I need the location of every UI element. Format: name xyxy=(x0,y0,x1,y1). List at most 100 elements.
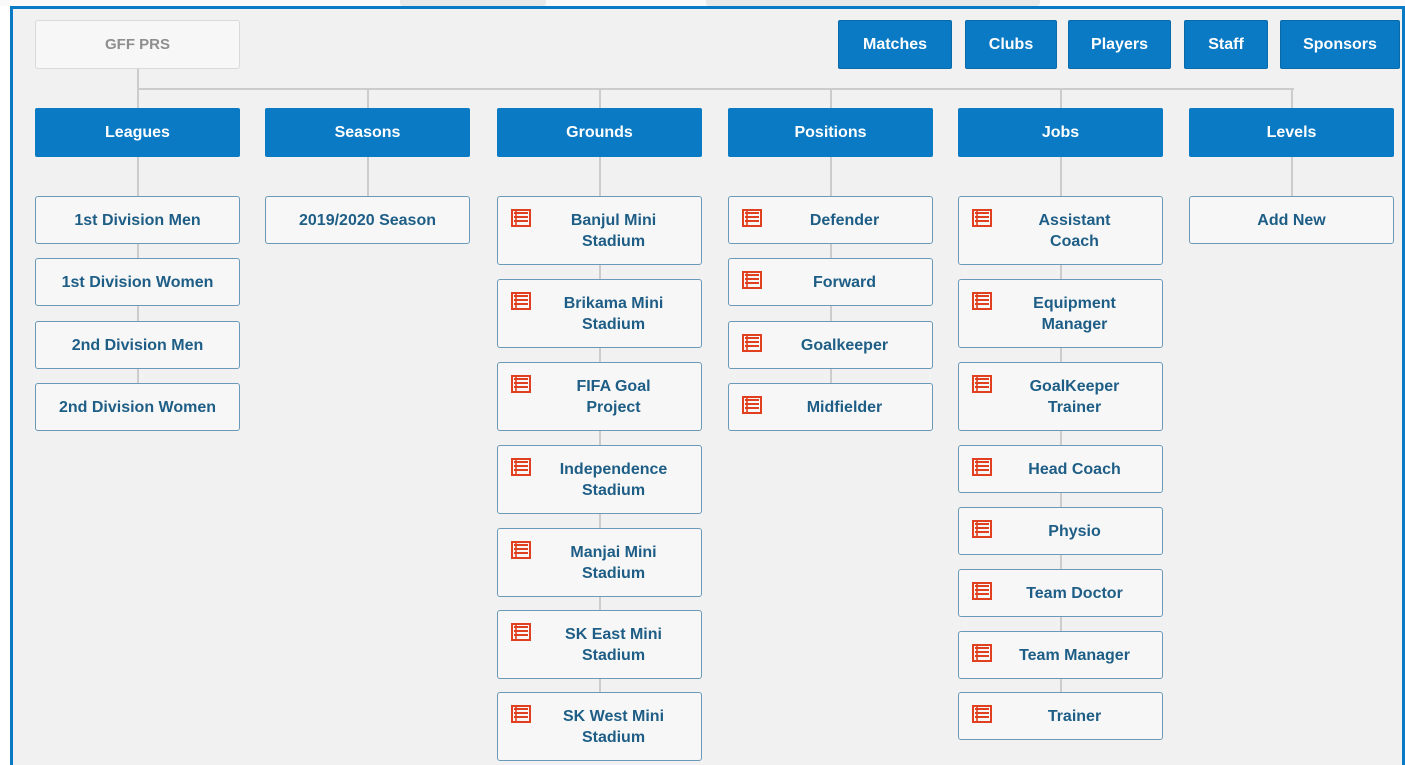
category-label: Leagues xyxy=(105,124,170,141)
connector-line xyxy=(1290,88,1293,108)
jobs-item-goalkeeper-trainer[interactable]: GoalKeeper Trainer xyxy=(958,362,1163,431)
grounds-item-fifa-goal-project[interactable]: FIFA Goal Project xyxy=(497,362,702,431)
item-label: Physio xyxy=(1048,522,1101,540)
nav-staff-button[interactable]: Staff xyxy=(1184,20,1268,69)
item-label: Banjul Mini Stadium xyxy=(570,211,657,250)
grounds-item-sk-west-mini-stadium[interactable]: SK West Mini Stadium xyxy=(497,692,702,761)
item-label: Independence Stadium xyxy=(559,460,668,499)
item-label: Forward xyxy=(812,273,877,291)
category-jobs[interactable]: Jobs xyxy=(958,108,1163,157)
grounds-item-sk-east-mini-stadium[interactable]: SK East Mini Stadium xyxy=(497,610,702,679)
item-label: FIFA Goal Project xyxy=(576,377,651,416)
list-icon[interactable] xyxy=(972,375,992,393)
category-label: Seasons xyxy=(334,124,401,141)
category-label: Levels xyxy=(1266,124,1317,141)
connector-line xyxy=(137,69,139,89)
category-seasons[interactable]: Seasons xyxy=(265,108,470,157)
root-label: GFF PRS xyxy=(104,36,170,53)
root-node: GFF PRS xyxy=(35,20,240,69)
nav-button-label: Matches xyxy=(862,36,928,53)
connector-line xyxy=(1059,88,1062,108)
connector-line xyxy=(829,88,832,108)
connector-line xyxy=(366,88,369,108)
item-label: Defender xyxy=(809,211,880,229)
category-positions[interactable]: Positions xyxy=(728,108,933,157)
item-label: Assistant Coach xyxy=(1038,211,1111,250)
jobs-item-head-coach[interactable]: Head Coach xyxy=(958,445,1163,493)
category-grounds[interactable]: Grounds xyxy=(497,108,702,157)
list-icon[interactable] xyxy=(972,458,992,476)
jobs-item-physio[interactable]: Physio xyxy=(958,507,1163,555)
item-label: 1st Division Women xyxy=(61,273,214,291)
item-label: Manjai Mini Stadium xyxy=(570,543,657,582)
nav-clubs-button[interactable]: Clubs xyxy=(965,20,1057,69)
item-label: SK West Mini Stadium xyxy=(562,707,665,746)
list-icon[interactable] xyxy=(511,541,531,559)
positions-item-midfielder[interactable]: Midfielder xyxy=(728,383,933,431)
connector-line xyxy=(137,88,1294,90)
list-icon[interactable] xyxy=(511,458,531,476)
nav-matches-button[interactable]: Matches xyxy=(838,20,952,69)
category-label: Grounds xyxy=(566,124,633,141)
grounds-item-manjai-mini-stadium[interactable]: Manjai Mini Stadium xyxy=(497,528,702,597)
leagues-item-2nd-division-women[interactable]: 2nd Division Women xyxy=(35,383,240,431)
list-icon[interactable] xyxy=(511,209,531,227)
list-icon[interactable] xyxy=(511,375,531,393)
item-label: Midfielder xyxy=(806,398,883,416)
item-label: Equipment Manager xyxy=(1033,294,1116,333)
list-icon[interactable] xyxy=(742,334,762,352)
list-icon[interactable] xyxy=(511,705,531,723)
jobs-item-team-manager[interactable]: Team Manager xyxy=(958,631,1163,679)
item-label: 2nd Division Men xyxy=(71,336,204,354)
seasons-item-2019-2020-season[interactable]: 2019/2020 Season xyxy=(265,196,470,244)
leagues-item-2nd-division-men[interactable]: 2nd Division Men xyxy=(35,321,240,369)
list-icon[interactable] xyxy=(972,292,992,310)
list-icon[interactable] xyxy=(511,292,531,310)
category-label: Jobs xyxy=(1041,124,1080,141)
connector-line xyxy=(598,88,601,108)
leagues-item-1st-division-women[interactable]: 1st Division Women xyxy=(35,258,240,306)
nav-button-label: Clubs xyxy=(988,36,1034,53)
item-label: Brikama Mini Stadium xyxy=(563,294,664,333)
category-levels[interactable]: Levels xyxy=(1189,108,1394,157)
item-label: Team Doctor xyxy=(1026,584,1123,602)
list-icon[interactable] xyxy=(972,582,992,600)
item-label: 1st Division Men xyxy=(74,211,201,229)
nav-button-label: Players xyxy=(1091,36,1148,53)
item-label: Head Coach xyxy=(1028,460,1121,478)
grounds-item-brikama-mini-stadium[interactable]: Brikama Mini Stadium xyxy=(497,279,702,348)
nav-players-button[interactable]: Players xyxy=(1068,20,1171,69)
positions-item-defender[interactable]: Defender xyxy=(728,196,933,244)
category-leagues[interactable]: Leagues xyxy=(35,108,240,157)
list-icon[interactable] xyxy=(972,520,992,538)
category-label: Positions xyxy=(794,124,867,141)
item-label: Goalkeeper xyxy=(800,336,889,354)
jobs-item-trainer[interactable]: Trainer xyxy=(958,692,1163,740)
item-label: 2nd Division Women xyxy=(58,398,217,416)
jobs-item-assistant-coach[interactable]: Assistant Coach xyxy=(958,196,1163,265)
grounds-item-banjul-mini-stadium[interactable]: Banjul Mini Stadium xyxy=(497,196,702,265)
list-icon[interactable] xyxy=(742,209,762,227)
list-icon[interactable] xyxy=(972,209,992,227)
item-label: Add New xyxy=(1257,211,1326,229)
grounds-item-independence-stadium[interactable]: Independence Stadium xyxy=(497,445,702,514)
list-icon[interactable] xyxy=(972,644,992,662)
list-icon[interactable] xyxy=(742,271,762,289)
list-icon[interactable] xyxy=(742,396,762,414)
item-label: Trainer xyxy=(1047,707,1102,725)
list-icon[interactable] xyxy=(511,623,531,641)
leagues-item-1st-division-men[interactable]: 1st Division Men xyxy=(35,196,240,244)
item-label: 2019/2020 Season xyxy=(299,211,436,229)
jobs-item-equipment-manager[interactable]: Equipment Manager xyxy=(958,279,1163,348)
levels-item-add-new[interactable]: Add New xyxy=(1189,196,1394,244)
nav-button-label: Staff xyxy=(1208,36,1244,53)
nav-button-label: Sponsors xyxy=(1303,36,1377,53)
list-icon[interactable] xyxy=(972,705,992,723)
jobs-item-team-doctor[interactable]: Team Doctor xyxy=(958,569,1163,617)
positions-item-goalkeeper[interactable]: Goalkeeper xyxy=(728,321,933,369)
connector-line xyxy=(136,88,139,108)
item-label: GoalKeeper Trainer xyxy=(1029,377,1120,416)
nav-sponsors-button[interactable]: Sponsors xyxy=(1280,20,1400,69)
item-label: SK East Mini Stadium xyxy=(565,625,662,664)
positions-item-forward[interactable]: Forward xyxy=(728,258,933,306)
